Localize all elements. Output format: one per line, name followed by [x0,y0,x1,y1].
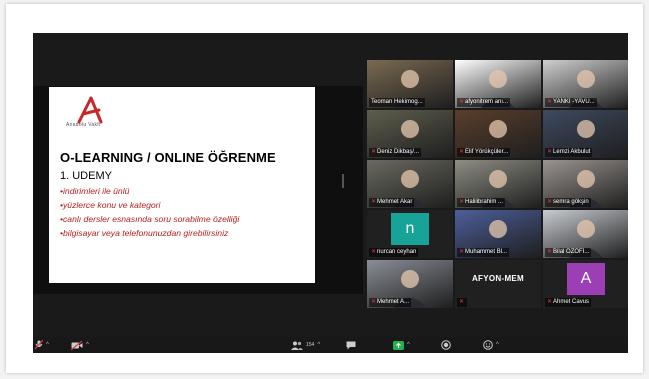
participant-tile[interactable]: Teoman Hekimog... [367,60,453,108]
mic-muted-icon: ✕ [547,99,553,105]
participant-tile[interactable]: ✕Mehmet Akar [367,160,453,208]
chevron-up-icon[interactable]: ^ [86,342,89,348]
zoom-meeting-window: Anadolu Vakfı O-LEARNING / ONLINE ÖĞRENM… [33,33,628,353]
participants-count: 154 [306,342,315,348]
chat-button[interactable] [346,340,356,350]
bullet-item: •yüzlerce konu ve kategori [60,200,161,210]
bullet-item: •canlı dersler esnasında soru sorabilme … [60,214,240,224]
bullet-item: •indirimleri ile ünlü [60,186,130,196]
mic-muted-icon: ✕ [371,199,377,205]
mic-muted-icon [35,340,43,350]
participants-icon [291,341,303,350]
record-icon [441,340,451,350]
mic-muted-icon: ✕ [547,299,553,305]
participant-name-text: Mehmet A... [377,299,410,305]
avatar: AFYON-MEM [471,273,525,283]
participant-name-text: Halilibrahim ... [465,199,504,205]
participant-name: ✕Muhammet Bl... [457,248,510,257]
participant-name: ✕Mehmet A... [369,298,412,307]
mic-muted-icon: ✕ [459,99,465,105]
participant-name-text: nurcan ceyhan [377,249,417,255]
participant-name: ✕Elif Yörükçüler... [457,148,511,157]
participant-tile[interactable]: ✕semra gökşin [543,160,628,208]
participant-tile[interactable]: ✕Elif Yörükçüler... [455,110,541,158]
participant-gallery: Teoman Hekimog... ✕afyonitrem anı... ✕YANK… [367,60,628,325]
participant-name: ✕YANKI -YAVU... [545,98,597,107]
record-button[interactable] [441,340,451,350]
participant-name: Teoman Hekimog... [369,98,425,107]
participant-name-text: Ahmet Cavus [553,299,590,305]
mic-muted-icon: ✕ [547,249,553,255]
mic-muted-icon: ✕ [459,199,465,205]
mic-muted-icon: ✕ [547,199,553,205]
bullet-item: •bilgisayar veya telefonunuzdan girebili… [60,228,229,238]
participant-tile[interactable]: ✕Deniz Dikbaş/... [367,110,453,158]
participant-name-text: Elif Yörükçüler... [465,149,509,155]
mic-muted-icon: ✕ [457,298,468,307]
logo-text: Anadolu Vakfı [66,122,101,128]
participant-tile[interactable]: AFYON-MEM ✕ [455,260,541,308]
participant-name: ✕Bilal ÖZÖFİ... [545,248,592,257]
participants-button[interactable]: 154 ^ [291,340,320,350]
participant-name-text: Mehmet Akar [377,199,413,205]
participant-name-text: Teoman Hekimog... [371,99,423,105]
participant-tile[interactable]: ✕Halilibrahim ... [455,160,541,208]
participant-tile[interactable]: ✕afyonitrem anı... [455,60,541,108]
chevron-up-icon[interactable]: ^ [496,342,499,348]
chevron-up-icon[interactable]: ^ [407,342,410,348]
mic-muted-icon: ✕ [459,249,465,255]
participant-tile[interactable]: ✕Mehmet A... [367,260,453,308]
mic-muted-icon: ✕ [371,249,377,255]
video-button[interactable]: ^ [71,340,89,350]
avatar: n [391,213,429,245]
text-cursor [342,174,344,188]
participant-name: ✕Lemzi Akbulut [545,148,593,157]
mic-muted-icon: ✕ [371,149,377,155]
video-off-icon [71,340,83,350]
avatar: A [567,263,605,295]
share-screen-button[interactable]: ^ [393,340,410,350]
presentation-slide: Anadolu Vakfı O-LEARNING / ONLINE ÖĞRENM… [49,87,315,283]
mic-muted-icon: ✕ [371,299,377,305]
participant-name-text: Bilal ÖZÖFİ... [553,249,590,255]
mic-muted-icon: ✕ [459,149,465,155]
participant-name: ✕Mehmet Akar [369,198,415,207]
participant-name-text: afyonitrem anı... [465,99,509,105]
participant-name: ✕afyonitrem anı... [457,98,511,107]
reactions-button[interactable]: ^ [483,340,499,350]
participant-tile[interactable]: ✕YANKI -YAVU... [543,60,628,108]
participant-tile[interactable]: ✕Muhammet Bl... [455,210,541,258]
participant-name: ✕nurcan ceyhan [369,248,419,257]
participant-name-text: semra gökşin [553,199,589,205]
participant-name: ✕Ahmet Cavus [545,298,592,307]
share-screen-icon [393,340,404,350]
mute-button[interactable]: ^ [35,340,49,350]
meeting-toolbar: ^ ^ 154 ^ ^ ^ [33,337,628,353]
mic-muted-icon: ✕ [547,149,553,155]
participant-tile[interactable]: A ✕Ahmet Cavus [543,260,628,308]
participant-tile[interactable]: ✕Lemzi Akbulut [543,110,628,158]
participant-name: ✕Halilibrahim ... [457,198,506,207]
slide-subtitle: 1. UDEMY [60,170,112,182]
participant-name: ✕Deniz Dikbaş/... [369,148,422,157]
participant-tile[interactable]: n ✕nurcan ceyhan [367,210,453,258]
slide-title: O-LEARNING / ONLINE ÖĞRENME [60,150,276,165]
participant-name-text: Lemzi Akbulut [553,149,591,155]
participant-video: AFYON-MEM [455,260,541,308]
chevron-up-icon[interactable]: ^ [46,342,49,348]
participant-tile[interactable]: ✕Bilal ÖZÖFİ... [543,210,628,258]
participant-name-text: Deniz Dikbaş/... [377,149,420,155]
slide-bullets: •indirimleri ile ünlü •yüzlerce konu ve … [60,184,239,240]
participant-name: ✕semra gökşin [545,198,591,207]
participant-name-text: Muhammet Bl... [465,249,508,255]
chevron-up-icon[interactable]: ^ [317,342,320,348]
chat-icon [346,341,356,349]
reactions-icon [483,340,493,350]
participant-name-text: YANKI -YAVU... [553,99,595,105]
shared-screen: Anadolu Vakfı O-LEARNING / ONLINE ÖĞRENM… [33,86,363,294]
